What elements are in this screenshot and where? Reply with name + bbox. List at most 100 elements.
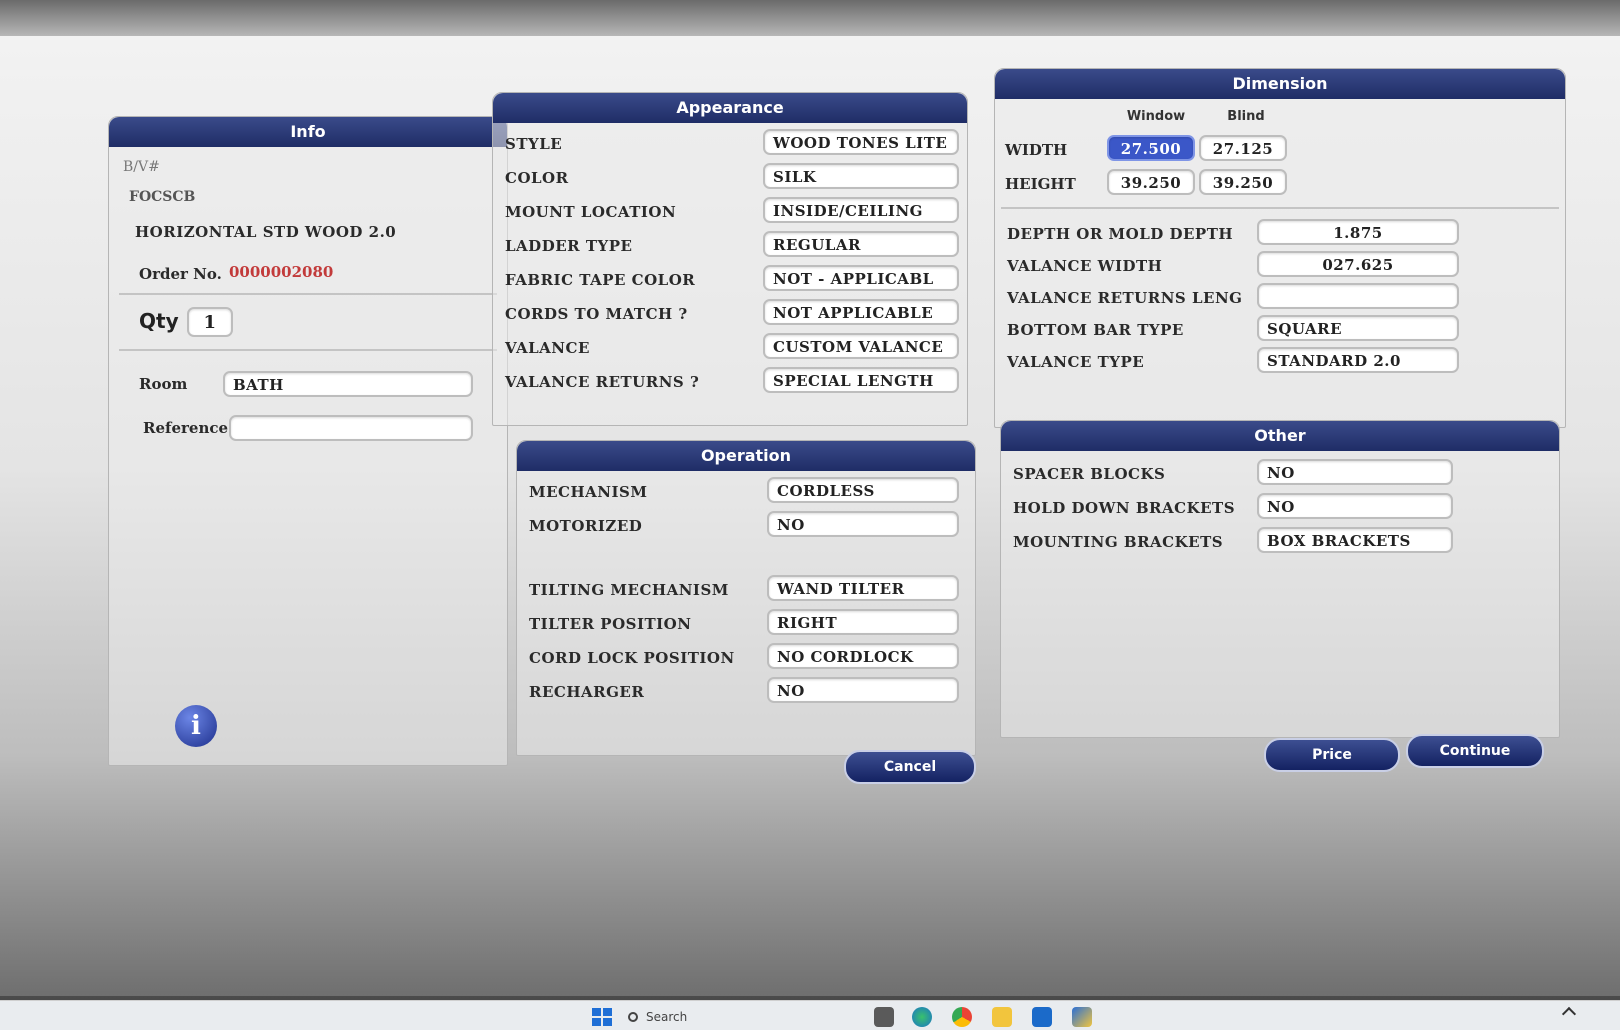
chevron-up-icon[interactable] [1561, 1006, 1577, 1022]
recharger-label: RECHARGER [529, 683, 645, 701]
appearance-row-cords-to-match: CORDS TO MATCH ? NOT APPLICABLE [505, 299, 959, 329]
operation-row-tilter-position: TILTER POSITION RIGHT [529, 609, 963, 639]
width-blind-field[interactable]: 27.125 [1199, 135, 1287, 161]
price-button[interactable]: Price [1264, 738, 1400, 772]
mounting-brackets-field[interactable]: BOX BRACKETS [1257, 527, 1453, 553]
valance-returns-field[interactable]: SPECIAL LENGTH [763, 367, 959, 393]
mounting-brackets-label: MOUNTING BRACKETS [1013, 533, 1224, 551]
operation-panel: Operation MECHANISM CORDLESS MOTORIZED N… [516, 440, 976, 756]
appearance-row-style: STYLE WOOD TONES LITE [505, 129, 959, 159]
style-field[interactable]: WOOD TONES LITE [763, 129, 959, 155]
spacer-blocks-field[interactable]: NO [1257, 459, 1453, 485]
fabric-tape-color-label: FABRIC TAPE COLOR [505, 271, 696, 289]
height-blind-field[interactable]: 39.250 [1199, 169, 1287, 195]
qty-label: Qty [139, 309, 179, 333]
tilting-mechanism-field[interactable]: WAND TILTER [767, 575, 959, 601]
valance-returns-label: VALANCE RETURNS ? [505, 373, 700, 391]
width-label: WIDTH [1005, 141, 1068, 159]
chrome-browser-icon[interactable] [952, 1007, 972, 1027]
room-label: Room [139, 375, 188, 393]
appearance-row-valance-returns: VALANCE RETURNS ? SPECIAL LENGTH [505, 367, 959, 397]
room-field[interactable]: BATH [223, 371, 473, 397]
search-icon [628, 1012, 638, 1022]
info-line-1: B/V# [123, 159, 160, 175]
motorized-label: MOTORIZED [529, 517, 643, 535]
ladder-type-field[interactable]: REGULAR [763, 231, 959, 257]
cords-to-match-label: CORDS TO MATCH ? [505, 305, 688, 323]
mechanism-label: MECHANISM [529, 483, 648, 501]
windows-start-icon[interactable] [592, 1008, 612, 1026]
color-field[interactable]: SILK [763, 163, 959, 189]
spacer-blocks-label: SPACER BLOCKS [1013, 465, 1166, 483]
operation-row-mechanism: MECHANISM CORDLESS [529, 477, 963, 507]
height-label: HEIGHT [1005, 175, 1076, 193]
appearance-panel: Appearance STYLE WOOD TONES LITE COLOR S… [492, 92, 968, 426]
file-explorer-icon[interactable] [992, 1007, 1012, 1027]
mount-location-label: MOUNT LOCATION [505, 203, 677, 221]
qty-field[interactable]: 1 [187, 307, 233, 337]
dimension-divider [1001, 207, 1559, 209]
valance-width-field[interactable]: 027.625 [1257, 251, 1459, 277]
dimension-row-valance-width: VALANCE WIDTH 027.625 [1007, 251, 1553, 281]
valance-label: VALANCE [505, 339, 590, 357]
continue-button[interactable]: Continue [1406, 734, 1544, 768]
ladder-type-label: LADDER TYPE [505, 237, 633, 255]
operation-row-tilting-mechanism: TILTING MECHANISM WAND TILTER [529, 575, 963, 605]
bottom-bar-type-label: BOTTOM BAR TYPE [1007, 321, 1184, 339]
reference-label: Reference [143, 419, 229, 437]
product-name: HORIZONTAL STD WOOD 2.0 [135, 223, 397, 241]
mechanism-field[interactable]: CORDLESS [767, 477, 959, 503]
screen-bezel-top [0, 0, 1620, 40]
bottom-bar-type-field[interactable]: SQUARE [1257, 315, 1459, 341]
width-window-field[interactable]: 27.500 [1107, 135, 1195, 161]
dimension-panel-title: Dimension [995, 69, 1565, 99]
dimension-panel: Dimension Window Blind WIDTH 27.500 27.1… [994, 68, 1566, 428]
reference-field[interactable] [229, 415, 473, 441]
valance-field[interactable]: CUSTOM VALANCE [763, 333, 959, 359]
hold-down-brackets-label: HOLD DOWN BRACKETS [1013, 499, 1236, 517]
depth-label: DEPTH OR MOLD DEPTH [1007, 225, 1234, 243]
dimension-row-bottom-bar-type: BOTTOM BAR TYPE SQUARE [1007, 315, 1553, 345]
info-panel: Info B/V# FOCSCB HORIZONTAL STD WOOD 2.0… [108, 116, 508, 766]
other-panel: Other SPACER BLOCKS NO HOLD DOWN BRACKET… [1000, 420, 1560, 738]
appearance-row-color: COLOR SILK [505, 163, 959, 193]
calculator-icon[interactable] [874, 1007, 894, 1027]
mount-location-field[interactable]: INSIDE/CEILING [763, 197, 959, 223]
valance-type-field[interactable]: STANDARD 2.0 [1257, 347, 1459, 373]
appearance-row-fabric-tape-color: FABRIC TAPE COLOR NOT - APPLICABL [505, 265, 959, 295]
tilter-position-field[interactable]: RIGHT [767, 609, 959, 635]
cancel-button[interactable]: Cancel [844, 750, 976, 784]
motorized-field[interactable]: NO [767, 511, 959, 537]
other-panel-title: Other [1001, 421, 1559, 451]
dimension-row-depth: DEPTH OR MOLD DEPTH 1.875 [1007, 219, 1553, 249]
operation-panel-title: Operation [517, 441, 975, 471]
appearance-panel-title: Appearance [493, 93, 967, 123]
outlook-icon[interactable] [1032, 1007, 1052, 1027]
order-number-label: Order No. [139, 265, 222, 283]
operation-row-recharger: RECHARGER NO [529, 677, 963, 707]
cord-lock-position-label: CORD LOCK POSITION [529, 649, 735, 667]
valance-returns-length-field[interactable] [1257, 283, 1459, 309]
cords-to-match-field[interactable]: NOT APPLICABLE [763, 299, 959, 325]
appearance-row-mount-location: MOUNT LOCATION INSIDE/CEILING [505, 197, 959, 227]
appearance-row-ladder-type: LADDER TYPE REGULAR [505, 231, 959, 261]
info-icon[interactable]: i [175, 705, 217, 747]
dimension-row-valance-returns-length: VALANCE RETURNS LENG [1007, 283, 1553, 313]
depth-field[interactable]: 1.875 [1257, 219, 1459, 245]
search-label: Search [646, 1010, 688, 1024]
operation-row-cord-lock-position: CORD LOCK POSITION NO CORDLOCK [529, 643, 963, 673]
security-shield-icon[interactable] [1072, 1007, 1092, 1027]
valance-type-label: VALANCE TYPE [1007, 353, 1145, 371]
taskbar-search[interactable]: Search [628, 1006, 828, 1028]
info-divider-2 [119, 349, 497, 351]
operation-row-motorized: MOTORIZED NO [529, 511, 963, 541]
edge-browser-icon[interactable] [912, 1007, 932, 1027]
height-window-field[interactable]: 39.250 [1107, 169, 1195, 195]
other-row-spacer-blocks: SPACER BLOCKS NO [1013, 459, 1547, 489]
fabric-tape-color-field[interactable]: NOT - APPLICABL [763, 265, 959, 291]
recharger-field[interactable]: NO [767, 677, 959, 703]
application-window: Info B/V# FOCSCB HORIZONTAL STD WOOD 2.0… [0, 36, 1620, 996]
hold-down-brackets-field[interactable]: NO [1257, 493, 1453, 519]
other-row-hold-down-brackets: HOLD DOWN BRACKETS NO [1013, 493, 1547, 523]
cord-lock-position-field[interactable]: NO CORDLOCK [767, 643, 959, 669]
